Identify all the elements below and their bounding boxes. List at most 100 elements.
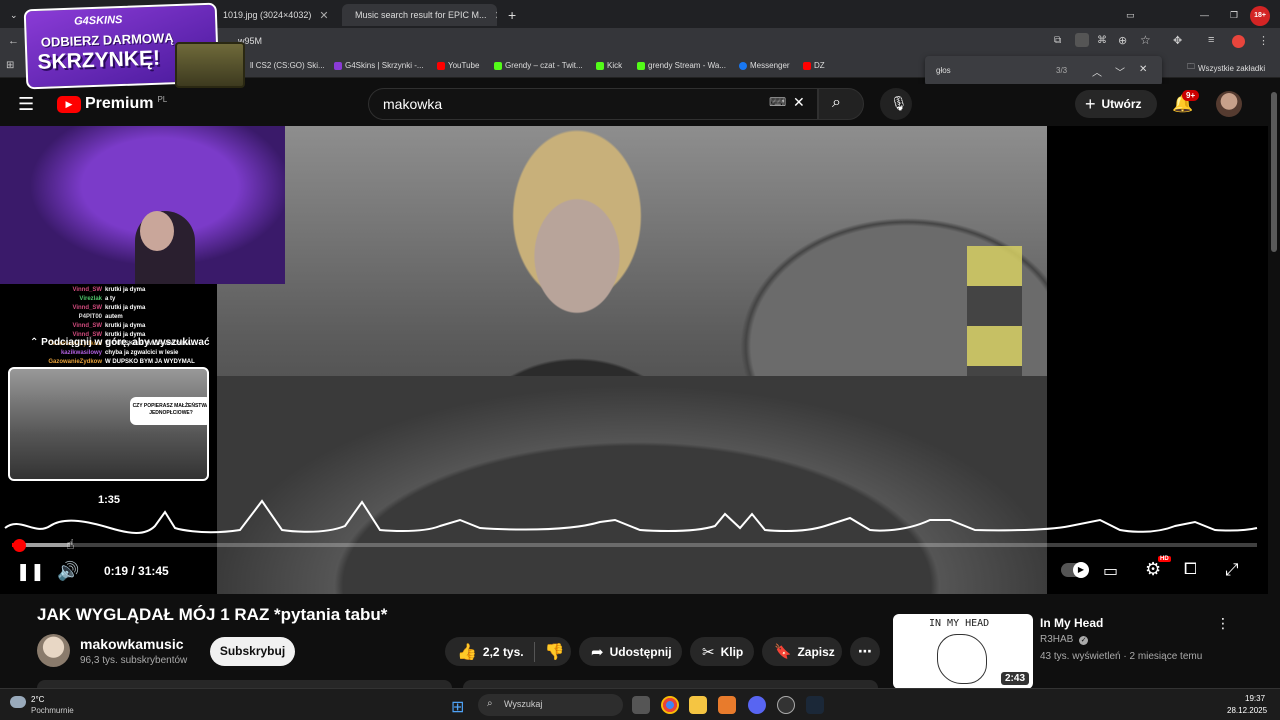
chrome-icon[interactable]	[661, 696, 679, 714]
clock-time: 19:37	[1245, 694, 1266, 703]
media-icon[interactable]: ≡	[1208, 34, 1214, 46]
notifications-button[interactable]: 🔔 9+	[1172, 90, 1200, 114]
chat-text: a ty	[105, 296, 116, 302]
description-box[interactable]	[37, 680, 452, 688]
bookmark-item[interactable]: ll CS2 (CS:GO) Ski...	[250, 61, 325, 70]
file-explorer-icon[interactable]	[689, 696, 707, 714]
reader-icon[interactable]	[1075, 33, 1089, 47]
like-icon[interactable]: 👍	[457, 642, 477, 662]
bookmark-item[interactable]: Kick	[596, 61, 622, 70]
page-scrollbar[interactable]	[1268, 84, 1280, 688]
chat-text: autem	[105, 314, 123, 320]
scrollbar-thumb[interactable]	[1271, 92, 1277, 252]
task-view-icon[interactable]	[632, 696, 650, 714]
find-input[interactable]: głos	[936, 66, 951, 75]
keyboard-icon[interactable]: ⌨	[769, 95, 786, 109]
dislike-icon[interactable]: 👎	[545, 642, 565, 662]
divider	[533, 641, 535, 662]
save-button[interactable]: 🔖 Zapisz	[762, 637, 842, 666]
tab-music-search[interactable]: Music search result for EPIC M... ✕	[342, 4, 497, 26]
crate-icon	[175, 42, 245, 88]
bookmark-item[interactable]: G4Skins | Skrzynki -...	[334, 61, 424, 70]
volume-icon[interactable]: 🔊	[57, 561, 79, 582]
find-next-icon[interactable]: ﹀	[1115, 64, 1125, 79]
app-icon[interactable]	[718, 696, 736, 714]
settings-icon[interactable]: ⚙	[1145, 559, 1161, 580]
bookmark-item[interactable]: DZ	[803, 61, 825, 70]
progress-bar[interactable]	[12, 543, 1257, 547]
recommended-channel[interactable]: R3HAB ✓	[1040, 634, 1089, 645]
menu-icon[interactable]: ⋮	[1258, 34, 1269, 47]
close-icon[interactable]: ✕	[319, 9, 328, 22]
comments-box[interactable]	[463, 680, 878, 688]
profile-badge[interactable]: 18+	[1250, 6, 1270, 26]
ad-brand: G4SKINS	[73, 13, 123, 28]
chat-username: Vinnd_SW	[72, 323, 102, 329]
cast-icon[interactable]: ▭	[1118, 4, 1138, 26]
clear-icon[interactable]: ✕	[793, 94, 805, 111]
profile-icon[interactable]	[1232, 35, 1245, 48]
all-bookmarks[interactable]: 🗀 Wszystkie zakładki	[1187, 61, 1265, 75]
find-prev-icon[interactable]: ︿	[1092, 64, 1102, 79]
scrubber-handle[interactable]	[13, 539, 26, 552]
find-count: 3/3	[1056, 66, 1068, 75]
recommended-channel-name: R3HAB	[1040, 634, 1074, 645]
like-count[interactable]: 2,2 tys.	[483, 645, 524, 659]
recommended-thumbnail[interactable]: IN MY HEAD 2:43	[893, 614, 1033, 689]
fullscreen-icon[interactable]: ⤢	[1225, 560, 1239, 580]
chat-text: W DUPSKO BYM JA WYDYMAL	[105, 359, 195, 365]
windows-taskbar: 2°C Pochmurnie ⊞ ⌕ Wyszukaj 19:37 28.12.…	[0, 688, 1280, 720]
voice-search-button[interactable]: 🎙	[880, 88, 912, 120]
tab-list-button[interactable]: ⌄	[2, 4, 22, 26]
bookmark-item[interactable]: Messenger	[739, 61, 790, 70]
clip-button[interactable]: ✂ Klip	[690, 637, 754, 666]
channel-name[interactable]: makowkamusic	[80, 636, 184, 652]
discord-icon[interactable]	[748, 696, 766, 714]
obs-icon[interactable]	[777, 696, 795, 714]
search-button[interactable]: ⌕	[818, 88, 864, 120]
minimize-button[interactable]: —	[1192, 4, 1210, 26]
pause-button[interactable]: ❚❚	[16, 562, 45, 582]
captions-icon[interactable]: ▭	[1103, 561, 1118, 581]
extensions-icon[interactable]: ✥	[1173, 34, 1182, 47]
create-button[interactable]: + Utwórz	[1075, 90, 1157, 118]
apps-icon[interactable]: ⊞	[6, 60, 14, 71]
bookmark-item[interactable]: Grendy – czat - Twit...	[494, 61, 583, 70]
more-actions-button[interactable]: ⋯	[850, 637, 880, 666]
bookmark-item[interactable]: YouTube	[437, 61, 479, 70]
channel-avatar[interactable]	[37, 634, 70, 667]
hamburger-icon[interactable]: ☰	[18, 94, 34, 115]
taskbar-search[interactable]: ⌕ Wyszukaj	[478, 694, 623, 716]
translate-icon[interactable]: ⌘	[1097, 35, 1107, 46]
recommended-title[interactable]: In My Head	[1040, 616, 1103, 630]
restore-button[interactable]: ❐	[1222, 4, 1240, 26]
youtube-icon	[437, 61, 445, 70]
search-icon: ⌕	[832, 94, 841, 111]
more-icon[interactable]: ⋮	[1216, 615, 1230, 632]
miniplayer-icon[interactable]: ⧠	[1184, 561, 1197, 579]
share-button[interactable]: ➦ Udostępnij	[579, 637, 682, 666]
video-player[interactable]: Vinnd_SW krutki ja dyma Virezlak a ty Vinnd_…	[0, 126, 1268, 594]
bookmark-item[interactable]: grendy Stream - Wa...	[637, 61, 726, 70]
find-close-icon[interactable]: ✕	[1139, 64, 1147, 75]
steam-icon[interactable]	[806, 696, 824, 714]
install-icon[interactable]: ⧉	[1054, 35, 1061, 46]
back-icon[interactable]: ←	[8, 35, 19, 47]
windows-start-icon[interactable]: ⊞	[451, 697, 464, 717]
bookmark-label: ll CS2 (CS:GO) Ski...	[250, 61, 325, 70]
kick-icon	[494, 61, 502, 70]
weather-icon[interactable]	[10, 696, 26, 708]
avatar[interactable]	[1216, 91, 1242, 117]
youtube-logo[interactable]: ▶ Premium PL	[57, 95, 167, 113]
autoplay-toggle[interactable]: ▶	[1061, 562, 1089, 578]
bookmark-label: Messenger	[750, 61, 790, 70]
subscribe-button[interactable]: Subskrybuj	[210, 637, 295, 666]
g4skins-ad[interactable]: G4SKINS ODBIERZ DARMOWĄ SKRZYNKĘ!	[23, 2, 245, 90]
url-field[interactable]: w95M	[230, 32, 1070, 52]
zoom-icon[interactable]: ⊕	[1118, 34, 1127, 47]
star-icon[interactable]: ☆	[1140, 33, 1151, 47]
new-tab-button[interactable]: +	[500, 4, 520, 26]
pull-up-hint: ⌃ Podciągnij w górę, aby wyszukiwać	[30, 337, 210, 348]
close-icon[interactable]: ✕	[495, 9, 497, 22]
search-input[interactable]: makowka ⌨ ✕	[368, 88, 818, 120]
